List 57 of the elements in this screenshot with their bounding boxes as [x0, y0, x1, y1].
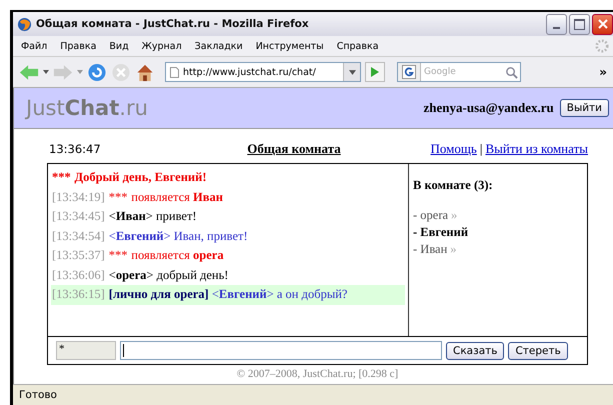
user-name[interactable]: - Евгений: [413, 224, 468, 241]
user-name[interactable]: - Иван: [413, 241, 448, 258]
menu-item[interactable]: Журнал: [142, 40, 182, 52]
leave-room-link[interactable]: Выйти из комнаты: [485, 141, 588, 157]
message-time: [13:36:06]: [52, 268, 105, 282]
search-field[interactable]: Google: [397, 62, 521, 82]
message-time: [13:36:15]: [52, 287, 105, 301]
menu-item[interactable]: Правка: [60, 40, 96, 52]
link-separator: |: [480, 141, 482, 157]
home-icon[interactable]: [135, 62, 155, 82]
menu-item[interactable]: Инструменты: [256, 40, 324, 52]
message-time: [13:34:54]: [52, 228, 105, 242]
message-time: [13:34:19]: [52, 190, 105, 204]
logout-button[interactable]: Выйти: [560, 99, 609, 117]
user-name[interactable]: - opera: [413, 207, 448, 224]
clock: 13:36:47: [48, 142, 102, 156]
menu-item[interactable]: Закладки: [194, 40, 243, 52]
spinner-icon: [595, 39, 609, 53]
say-button[interactable]: Сказать: [446, 342, 504, 360]
room-title: Общая комната: [246, 141, 342, 157]
maximize-button[interactable]: [569, 14, 590, 34]
globe-icon: [17, 16, 32, 32]
window-title: Общая комната - JustChat.ru - Mozilla Firefox: [36, 18, 310, 30]
message-text: [лично для opera] <Евгений> а он добрый?: [108, 287, 348, 301]
message-input[interactable]: [120, 341, 442, 360]
help-link[interactable]: Помощь: [430, 141, 477, 157]
close-icon: [598, 19, 608, 29]
message-text: <Иван> привет!: [108, 209, 197, 223]
caret-icon: [348, 70, 356, 74]
play-icon: [370, 67, 380, 77]
dropdown-button[interactable]: [343, 63, 360, 81]
site-logo: JustChat.ru: [26, 96, 149, 120]
reload-icon[interactable]: [87, 62, 107, 82]
clear-button[interactable]: Стереть: [508, 342, 568, 360]
message-text: *** появляется Иван: [108, 190, 223, 204]
message-time: [13:35:37]: [52, 248, 105, 262]
menu-item[interactable]: Вид: [109, 40, 129, 52]
message-text: *** появляется opera: [108, 248, 224, 262]
user-email: zhenya-usa@yandex.ru: [424, 100, 554, 116]
message-time: [13:34:45]: [52, 209, 105, 223]
menu-item[interactable]: Справка: [336, 40, 379, 52]
recipient-field: *: [56, 341, 116, 360]
address-field[interactable]: http://www.justchat.ru/chat/: [165, 62, 361, 82]
caret-icon[interactable]: [43, 70, 49, 74]
users-heading: В комнате (3):: [413, 178, 494, 193]
message-text: <opera> добрый день!: [108, 268, 228, 282]
message-text: *** Добрый день, Евгений!: [52, 170, 206, 184]
engine-icon[interactable]: [398, 63, 421, 81]
status-text: Готово: [19, 389, 57, 401]
page-icon: [170, 66, 179, 78]
minimize-button[interactable]: [546, 14, 567, 34]
overflow-button[interactable]: »: [599, 65, 607, 79]
message-text: <Евгений> Иван, привет!: [108, 228, 248, 242]
copyright-text: © 2007–2008, JustChat.ru; [0.298 с]: [236, 367, 400, 380]
close-button[interactable]: [592, 14, 613, 34]
go-button[interactable]: [365, 62, 385, 82]
menu-item[interactable]: Файл: [21, 40, 48, 52]
